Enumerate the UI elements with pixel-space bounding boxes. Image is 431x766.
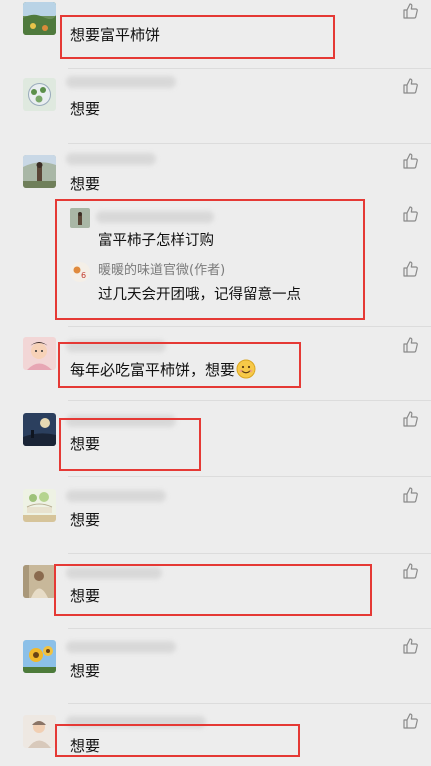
divider [68, 476, 431, 477]
divider [68, 326, 431, 327]
avatar[interactable] [23, 2, 56, 35]
like-icon[interactable] [402, 153, 418, 169]
comment-text: 想要 [70, 511, 101, 529]
avatar[interactable] [23, 489, 56, 522]
highlight-box [54, 564, 372, 616]
divider [68, 400, 431, 401]
highlight-box [55, 199, 365, 320]
like-icon[interactable] [402, 563, 418, 579]
highlight-box [58, 342, 301, 388]
avatar[interactable] [23, 78, 56, 111]
like-icon[interactable] [402, 78, 418, 94]
highlight-box [59, 418, 201, 471]
comment-text: 想要 [70, 662, 101, 680]
username [66, 153, 156, 165]
avatar[interactable] [23, 640, 56, 673]
username [66, 490, 166, 502]
like-icon[interactable] [402, 487, 418, 503]
like-icon[interactable] [402, 638, 418, 654]
avatar[interactable] [23, 715, 56, 748]
like-icon[interactable] [402, 713, 418, 729]
divider [68, 68, 431, 69]
divider [68, 553, 431, 554]
like-icon[interactable] [402, 337, 418, 353]
highlight-box [60, 15, 335, 59]
like-icon[interactable] [402, 3, 418, 19]
username [66, 76, 176, 88]
username [66, 641, 176, 653]
avatar[interactable] [23, 413, 56, 446]
divider [68, 628, 431, 629]
comment-text: 想要 [70, 100, 101, 118]
avatar[interactable] [23, 337, 56, 370]
avatar[interactable] [23, 565, 56, 598]
divider [68, 143, 431, 144]
like-icon[interactable] [402, 261, 418, 277]
like-icon[interactable] [402, 206, 418, 222]
avatar[interactable] [23, 155, 56, 188]
like-icon[interactable] [402, 411, 418, 427]
highlight-box [55, 724, 300, 757]
comment-text: 想要 [70, 175, 101, 193]
divider [68, 703, 431, 704]
